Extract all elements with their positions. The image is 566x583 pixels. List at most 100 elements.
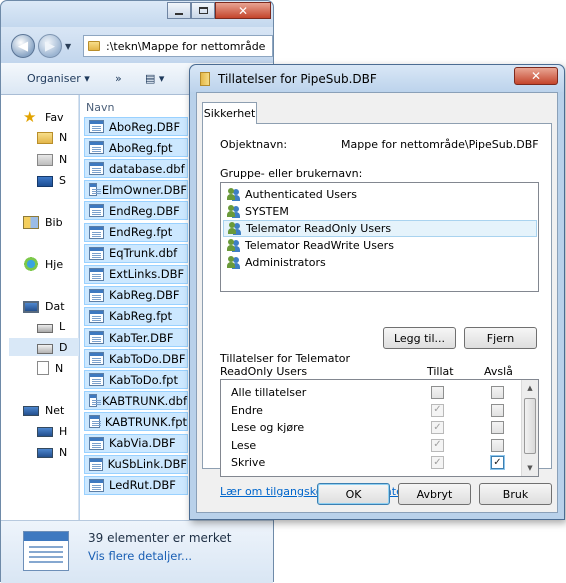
database-file-icon [89,478,104,492]
allow-checkbox[interactable]: ✓ [431,438,444,452]
file-row[interactable]: EndReg.DBF [84,201,188,221]
file-row[interactable]: LedRut.DBF [84,475,188,495]
add-button[interactable]: Legg til... [383,327,456,349]
user-list-item[interactable]: SYSTEM [223,203,537,220]
nav-network-pc-2[interactable]: N [37,443,68,461]
file-row[interactable]: KabToDo.DBF [84,349,188,369]
nav-label: Net [45,403,65,417]
users-group-icon [227,256,241,269]
maximize-button[interactable] [191,2,215,19]
file-row[interactable]: KabVia.DBF [84,433,188,453]
file-row[interactable]: KabTer.DBF [84,328,188,347]
file-row[interactable]: EndReg.fpt [84,222,188,242]
show-details-link[interactable]: Vis flere detaljer... [88,549,192,563]
pc-icon [37,448,53,458]
forward-arrow-icon: ▶ [45,38,55,54]
user-name: Administrators [245,256,326,269]
back-button[interactable]: ◀ [11,34,35,58]
folder-icon [37,154,53,166]
apply-button[interactable]: Bruk [479,483,552,505]
nav-drive-2-selected[interactable]: D [9,338,79,356]
file-row[interactable]: database.dbf [84,159,188,179]
file-row[interactable]: AboReg.fpt [84,138,188,158]
nav-label: Dat [45,299,65,313]
organize-menu[interactable]: Organiser ▾ [27,72,90,85]
user-name: Telemator ReadWrite Users [245,239,394,252]
ok-button[interactable]: OK [317,483,390,505]
desktop-icon [37,175,53,187]
database-file-icon [89,331,104,344]
allow-checkbox[interactable]: ✓ [431,403,444,417]
database-file-icon [89,204,104,218]
file-row[interactable]: KuSbLink.DBF [84,454,188,474]
file-name: KABTRUNK.fpt [104,414,187,429]
allow-checkbox[interactable]: ✓ [431,456,444,469]
nav-computer[interactable]: Dat [23,297,65,315]
allow-checkbox[interactable]: ✓ [431,421,444,434]
allow-checkbox[interactable] [431,386,444,399]
database-file-icon [89,183,101,197]
deny-checkbox[interactable] [491,386,504,399]
users-listbox[interactable]: Authenticated Users SYSTEM Telemator ReadO… [220,182,539,292]
file-row[interactable]: KabReg.DBF [84,285,188,305]
group-label-text: Gruppe- eller brukernavn: [220,167,363,180]
file-row[interactable]: EqTrunk.dbf [84,243,188,263]
file-row[interactable]: KABTRUNK.dbf [84,391,188,411]
minimize-button[interactable] [167,2,191,19]
permissions-list: Alle tillatelser Endre ✓ Lese og kjøre ✓ Lese… [220,379,539,477]
deny-checkbox[interactable] [491,403,504,417]
user-list-item[interactable]: Authenticated Users [223,186,537,203]
nav-network-pc-1[interactable]: H [37,422,67,440]
remove-button[interactable]: Fjern [464,327,537,349]
navigation-pane: ★ Fav N N S Bib Hje Dat L D N Net H N [1,95,79,520]
file-row[interactable]: AboReg.DBF [84,117,188,136]
nav-item-document[interactable]: N [37,359,63,377]
column-header-name[interactable]: Navn [86,101,114,114]
database-file-icon [89,394,102,408]
permission-row: Lese og kjøre ✓ [221,419,521,437]
forward-button[interactable]: ▶ [38,34,62,58]
scroll-down-arrow-icon[interactable]: ▼ [522,460,538,476]
nav-network[interactable]: Net [23,401,65,419]
nav-libraries[interactable]: Bib [23,213,63,231]
file-row[interactable]: ExtLinks.DBF [84,264,188,284]
nav-fav-item-2[interactable]: N [37,150,67,168]
file-name: KabReg.fpt [109,309,173,324]
user-list-item[interactable]: Telemator ReadOnly Users [223,220,537,237]
file-row[interactable]: KABTRUNK.fpt [84,412,188,432]
users-group-icon [227,205,241,218]
database-file-icon [89,415,101,429]
file-row[interactable]: ElmOwner.DBF [84,180,188,200]
database-file-icon [89,120,104,133]
user-list-item[interactable]: Administrators [223,254,537,271]
user-list-item[interactable]: Telemator ReadWrite Users [223,237,537,254]
users-group-icon [227,239,241,252]
file-row[interactable]: KabReg.fpt [84,306,188,326]
network-icon [23,406,39,416]
view-options-button[interactable]: ▤ ▾ [145,72,164,85]
nav-label: N [59,130,68,144]
more-commands-button[interactable]: » [115,72,122,85]
nav-label: N [59,445,68,459]
nav-drive-1[interactable]: L [37,317,65,335]
dialog-body: Sikkerhet Objektnavn: Mappe for nettområ… [196,92,558,513]
folder-icon [88,41,100,51]
address-input[interactable]: :\tekn\Mappe for nettområde [83,35,273,57]
recent-pages-chevron-icon[interactable]: ▼ [65,42,71,51]
nav-favorites[interactable]: ★ Fav [23,108,64,126]
scroll-up-arrow-icon[interactable]: ▲ [522,380,538,396]
permissions-scrollbar[interactable]: ▲ ▼ [521,380,538,476]
scroll-thumb[interactable] [524,398,536,454]
explorer-close-button[interactable]: ✕ [215,2,271,19]
nav-homegroup[interactable]: Hje [23,255,63,273]
tab-security[interactable]: Sikkerhet [202,102,257,124]
nav-fav-item-1[interactable]: N [37,128,68,146]
file-row[interactable]: KabToDo.fpt [84,370,188,390]
dialog-close-button[interactable]: ✕ [514,67,558,85]
deny-checkbox[interactable]: ✓ [491,456,504,469]
nav-fav-item-3[interactable]: S [37,171,66,189]
users-group-icon [227,188,241,201]
deny-checkbox[interactable] [491,438,504,452]
deny-checkbox[interactable] [491,421,504,434]
cancel-button[interactable]: Avbryt [398,483,471,505]
